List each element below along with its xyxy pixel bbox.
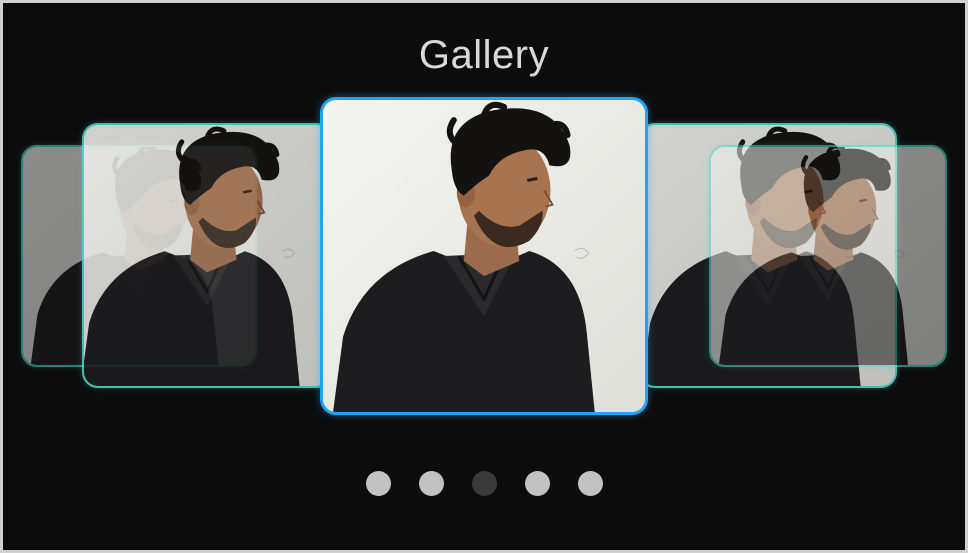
gallery-window: Gallery [0,0,968,553]
gallery-slide-left[interactable] [82,123,332,388]
slide-image [323,100,645,412]
pagination-dot-3-active[interactable] [471,471,497,496]
pagination-dot-5[interactable] [577,471,603,496]
slide-image [711,147,945,365]
slide-image [84,125,330,386]
pagination-dot-4[interactable] [524,471,550,496]
pagination-dot-2[interactable] [418,471,444,496]
gallery-slide-far-right[interactable] [709,145,947,367]
gallery-slide-active[interactable] [320,97,648,415]
gallery-title: Gallery [418,33,550,77]
pagination-dots [3,471,965,496]
pagination-dot-1[interactable] [365,471,391,496]
